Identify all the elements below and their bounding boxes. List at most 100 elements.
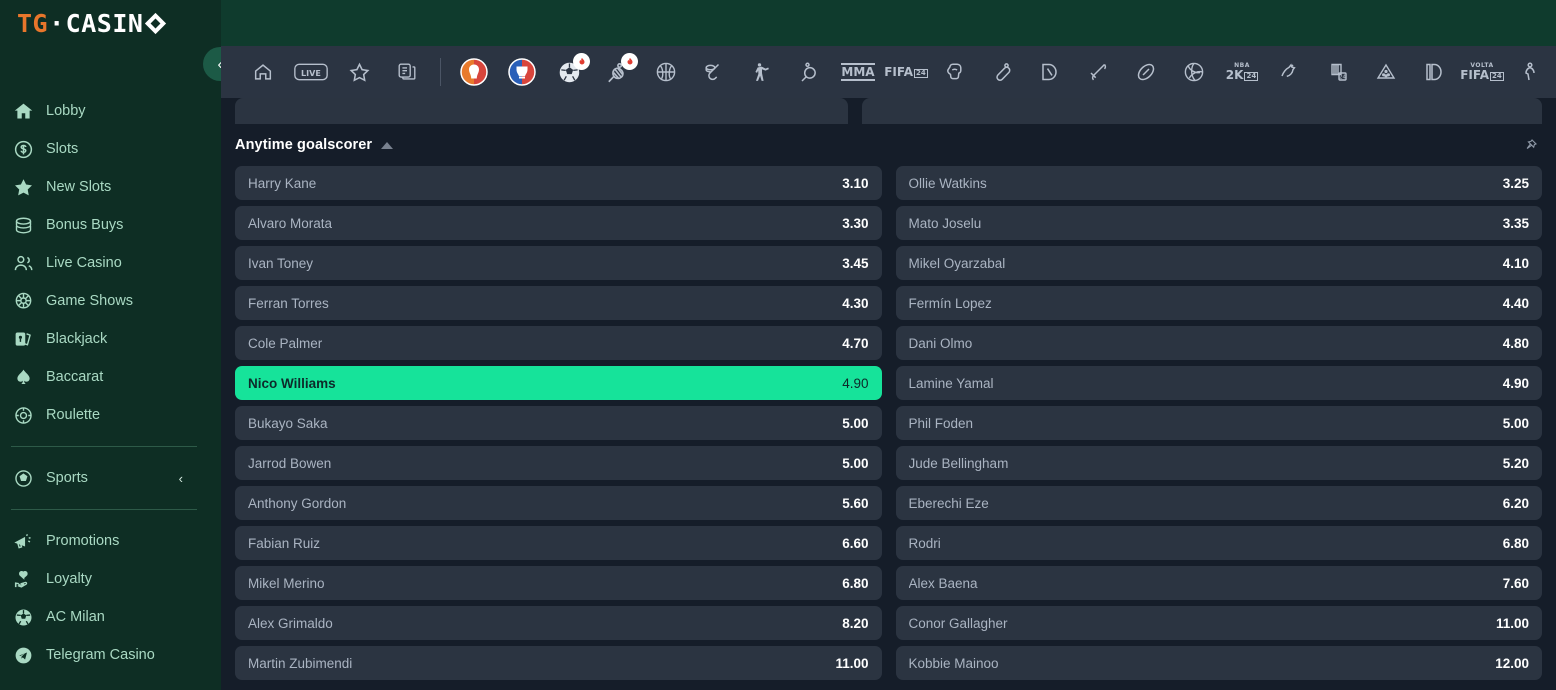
- sports-category-bar[interactable]: LIVE MMA FIFA 24 NBA 2K 24 24 VOLTA FIFA…: [221, 46, 1556, 98]
- selection-row[interactable]: Bukayo Saka 5.00: [235, 406, 882, 440]
- sportsbar-football-icon[interactable]: [546, 46, 594, 98]
- sportsbar-live-icon[interactable]: LIVE: [287, 46, 335, 98]
- selection-row[interactable]: Fabian Ruiz 6.60: [235, 526, 882, 560]
- sportsbar-table-tennis-icon[interactable]: [786, 46, 834, 98]
- sportsbar-mma-icon[interactable]: MMA: [834, 46, 882, 98]
- sportsbar-fifa-24-icon[interactable]: FIFA 24: [882, 46, 930, 98]
- selection-price: 11.00: [1495, 615, 1529, 631]
- sidebar-item-roulette[interactable]: Roulette: [0, 396, 221, 434]
- sort-ascending-icon[interactable]: [381, 141, 394, 149]
- selection-row[interactable]: Anthony Gordon 5.60: [235, 486, 882, 520]
- selection-row[interactable]: Martin Zubimendi 11.00: [235, 646, 882, 680]
- sidebar-item-label: Game Shows: [46, 293, 134, 309]
- sportsbar-lacrosse-icon[interactable]: [594, 46, 642, 98]
- sidebar-item-label: AC Milan: [46, 609, 105, 625]
- sportsbar-cricket-icon[interactable]: [978, 46, 1026, 98]
- previous-market-card-right[interactable]: [862, 98, 1542, 124]
- pin-icon[interactable]: [1523, 138, 1538, 153]
- selection-name: Harry Kane: [248, 175, 317, 191]
- sidebar-item-live-casino[interactable]: Live Casino: [0, 244, 221, 282]
- chevron-left-icon[interactable]: ‹: [179, 471, 183, 486]
- selection-row[interactable]: Fermín Lopez 4.40: [895, 286, 1542, 320]
- selection-row[interactable]: Alvaro Morata 3.30: [235, 206, 882, 240]
- selection-name: Nico Williams: [248, 375, 336, 391]
- selection-row[interactable]: Ivan Toney 3.45: [235, 246, 882, 280]
- sportsbar-nba2k24-icon[interactable]: NBA 2K 24: [1218, 46, 1266, 98]
- sportsbar-darts-icon[interactable]: [1362, 46, 1410, 98]
- selection-row[interactable]: Nico Williams 4.90: [235, 366, 882, 400]
- sportsbar-boxing-icon[interactable]: [930, 46, 978, 98]
- sidebar-item-bonus-buys[interactable]: Bonus Buys: [0, 206, 221, 244]
- brand-logo[interactable]: TG · CASIN: [0, 0, 221, 46]
- mma-label: MMA: [841, 63, 875, 81]
- selection-row[interactable]: Jude Bellingham 5.20: [895, 446, 1542, 480]
- sportsbar-more-sports-icon[interactable]: [1506, 46, 1554, 98]
- spade-icon: [11, 365, 35, 389]
- sidebar-item-sports[interactable]: Sports ‹: [0, 459, 221, 497]
- selection-row[interactable]: Mikel Oyarzabal 4.10: [895, 246, 1542, 280]
- selection-name: Martin Zubimendi: [248, 655, 353, 671]
- sidebar-item-lobby[interactable]: Lobby: [0, 92, 221, 130]
- selection-row[interactable]: Harry Kane 3.10: [235, 166, 882, 200]
- market-header: Anytime goalscorer: [221, 124, 1556, 166]
- sportsbar-euro-2024-icon[interactable]: [450, 46, 498, 98]
- selection-name: Alex Baena: [908, 575, 978, 591]
- selection-row[interactable]: Ferran Torres 4.30: [235, 286, 882, 320]
- sidebar-item-label: Sports: [46, 470, 88, 486]
- market-title: Anytime goalscorer: [235, 137, 373, 153]
- sportsbar-baseball-icon[interactable]: [1074, 46, 1122, 98]
- selection-row[interactable]: Jarrod Bowen 5.00: [235, 446, 882, 480]
- sportsbar-nba-icon[interactable]: [1026, 46, 1074, 98]
- market-panel: Anytime goalscorer Harry Kane 3.10 Ollie W…: [221, 124, 1556, 690]
- selection-row[interactable]: Alex Grimaldo 8.20: [235, 606, 882, 640]
- selection-row[interactable]: Dani Olmo 4.80: [895, 326, 1542, 360]
- sidebar-item-slots[interactable]: Slots: [0, 130, 221, 168]
- sportsbar-bet-slip-icon[interactable]: [383, 46, 431, 98]
- selection-name: Mikel Oyarzabal: [908, 255, 1006, 271]
- selection-name: Mato Joselu: [908, 215, 982, 231]
- selection-row[interactable]: Lamine Yamal 4.90: [895, 366, 1542, 400]
- selection-row[interactable]: Conor Gallagher 11.00: [895, 606, 1542, 640]
- sidebar-collapse-button[interactable]: ‹: [203, 47, 221, 81]
- top-header-bar: [221, 0, 1556, 46]
- sportsbar-league-of-legends-icon[interactable]: [1410, 46, 1458, 98]
- selection-price: 5.00: [1502, 415, 1529, 431]
- sportsbar-rugby-icon[interactable]: [1122, 46, 1170, 98]
- sidebar-item-blackjack[interactable]: Blackjack: [0, 320, 221, 358]
- sportsbar-home-icon[interactable]: [239, 46, 287, 98]
- selection-row[interactable]: Kobbie Mainoo 12.00: [895, 646, 1542, 680]
- sportsbar-copa-america-icon[interactable]: [498, 46, 546, 98]
- sidebar-item-promotions[interactable]: Promotions: [0, 522, 221, 560]
- sportsbar-ice-hockey-icon[interactable]: [690, 46, 738, 98]
- sidebar-item-game-shows[interactable]: Game Shows: [0, 282, 221, 320]
- selection-row[interactable]: Rodri 6.80: [895, 526, 1542, 560]
- sportsbar-volleyball-icon[interactable]: [1170, 46, 1218, 98]
- sportsbar-basketball-icon[interactable]: [642, 46, 690, 98]
- sidebar-item-new-slots[interactable]: New Slots: [0, 168, 221, 206]
- sportsbar-volta-fifa-icon[interactable]: VOLTA FIFA 24: [1458, 46, 1506, 98]
- sidebar-item-ac-milan[interactable]: AC Milan: [0, 598, 221, 636]
- selection-price: 4.90: [842, 375, 869, 391]
- selection-name: Jarrod Bowen: [248, 455, 332, 471]
- logo-dot: ·: [49, 8, 65, 38]
- sidebar-item-telegram-casino[interactable]: Telegram Casino: [0, 636, 221, 674]
- selection-row[interactable]: Mikel Merino 6.80: [235, 566, 882, 600]
- selection-price: 5.00: [842, 415, 869, 431]
- sidebar-item-baccarat[interactable]: Baccarat: [0, 358, 221, 396]
- selection-row[interactable]: Alex Baena 7.60: [895, 566, 1542, 600]
- selection-row[interactable]: Phil Foden 5.00: [895, 406, 1542, 440]
- sportsbar-fifa-volta-pack-icon[interactable]: 24: [1314, 46, 1362, 98]
- selection-row[interactable]: Mato Joselu 3.35: [895, 206, 1542, 240]
- sportsbar-favourites-star-icon[interactable]: [335, 46, 383, 98]
- selection-row[interactable]: Cole Palmer 4.70: [235, 326, 882, 360]
- selection-price: 11.00: [835, 655, 869, 671]
- selection-row[interactable]: Ollie Watkins 3.25: [895, 166, 1542, 200]
- sportsbar-horse-racing-icon[interactable]: [1266, 46, 1314, 98]
- selection-name: Ivan Toney: [248, 255, 314, 271]
- sidebar-item-label: Telegram Casino: [46, 647, 155, 663]
- sportsbar-counter-strike-icon[interactable]: [738, 46, 786, 98]
- sidebar-item-loyalty[interactable]: Loyalty: [0, 560, 221, 598]
- previous-market-card-left[interactable]: [235, 98, 848, 124]
- selection-price: 5.20: [1502, 455, 1529, 471]
- selection-row[interactable]: Eberechi Eze 6.20: [895, 486, 1542, 520]
